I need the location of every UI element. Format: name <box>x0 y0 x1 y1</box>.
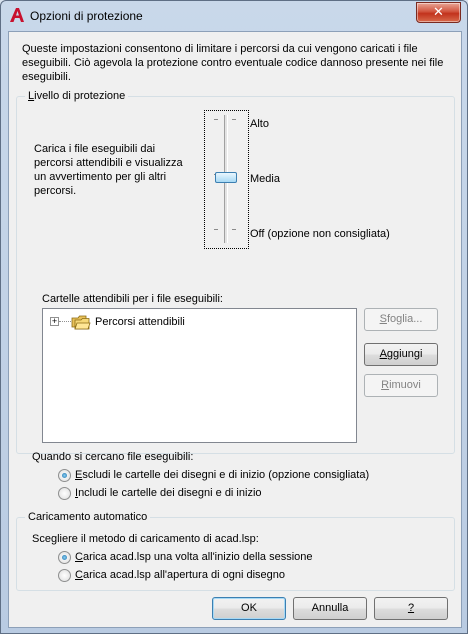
folder-icon <box>71 315 91 330</box>
slider-tick <box>232 119 236 120</box>
security-level-slider[interactable] <box>204 110 249 249</box>
level-label-off: Off (opzione non consigliata) <box>250 228 390 240</box>
tree-item-label: Percorsi attendibili <box>95 316 185 328</box>
radio-label: Carica acad.lsp all'apertura di ogni dis… <box>75 569 286 581</box>
add-button[interactable]: Aggiungi <box>364 343 438 366</box>
slider-thumb[interactable] <box>215 172 237 183</box>
slider-tick <box>214 229 218 230</box>
window-title: Opzioni di protezione <box>30 9 143 23</box>
close-icon: ✕ <box>433 4 444 19</box>
radio-label: Carica acad.lsp una volta all'inizio del… <box>75 551 313 563</box>
cancel-button[interactable]: Annulla <box>293 597 367 620</box>
slider-tick <box>232 229 236 230</box>
trusted-folders-list[interactable]: + Percorsi attendibili <box>42 308 357 443</box>
level-label-high: Alto <box>250 118 269 130</box>
radio-button[interactable] <box>58 569 71 582</box>
radio-label: Includi le cartelle dei disegni e di ini… <box>75 487 262 499</box>
radio-button-checked[interactable] <box>58 469 71 482</box>
dialog-client-area: Queste impostazioni consentono di limita… <box>8 31 462 628</box>
remove-button[interactable]: Rimuovi <box>364 374 438 397</box>
autocad-a-icon <box>10 8 24 22</box>
trusted-folders-label: Cartelle attendibili per i file eseguibi… <box>42 293 223 305</box>
browse-button[interactable]: Sfoglia... <box>364 308 438 331</box>
radio-button[interactable] <box>58 487 71 500</box>
search-options-label: Quando si cercano file eseguibili: <box>32 451 194 463</box>
tree-connector <box>59 321 71 322</box>
title-bar[interactable]: Opzioni di protezione ✕ <box>1 1 467 31</box>
ok-button[interactable]: OK <box>212 597 286 620</box>
level-label-medium: Media <box>250 173 280 185</box>
help-button[interactable]: ? <box>374 597 448 620</box>
autoload-prompt: Scegliere il metodo di caricamento di ac… <box>32 533 259 545</box>
close-button[interactable]: ✕ <box>416 2 461 23</box>
security-level-group-label: Livello di protezione <box>25 90 129 103</box>
security-level-description: Carica i file eseguibili dai percorsi at… <box>34 143 183 197</box>
slider-tick <box>214 119 218 120</box>
dialog-window: Opzioni di protezione ✕ Queste impostazi… <box>0 0 468 634</box>
intro-text: Queste impostazioni consentono di limita… <box>22 43 444 83</box>
radio-label: Escludi le cartelle dei disegni e di ini… <box>75 469 370 481</box>
radio-button-checked[interactable] <box>58 551 71 564</box>
autoload-group-label: Caricamento automatico <box>25 511 151 524</box>
expand-plus-icon[interactable]: + <box>50 317 59 326</box>
